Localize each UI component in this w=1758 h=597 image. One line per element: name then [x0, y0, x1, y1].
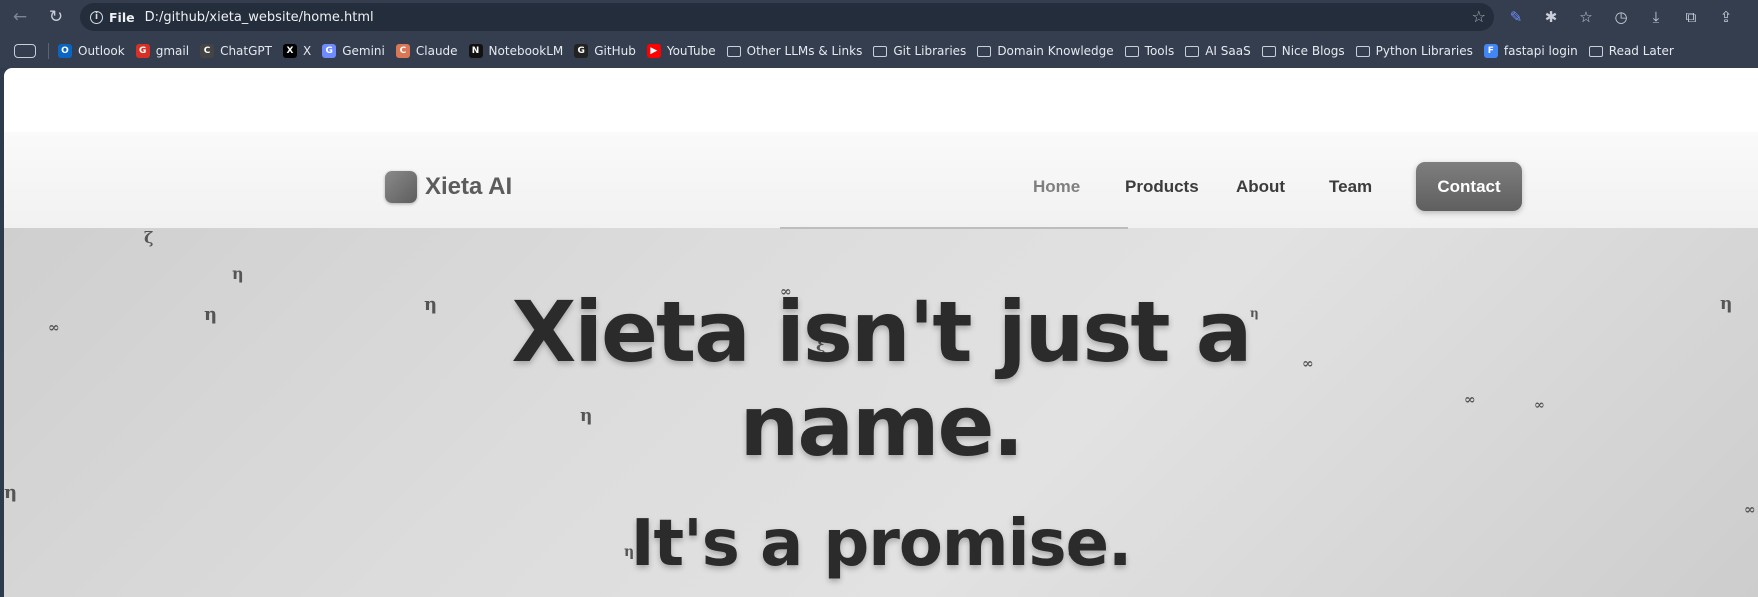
bookmark-label: YouTube [666, 44, 716, 58]
gemini-icon: G [322, 44, 337, 58]
downloads-icon[interactable]: ⤓ [1644, 5, 1668, 29]
gmail-icon: G [135, 44, 150, 58]
share-icon[interactable]: ⇪ [1714, 5, 1738, 29]
reload-icon[interactable]: ↻ [44, 5, 68, 29]
folder-icon [1588, 45, 1603, 57]
bookmark-item[interactable]: Ggmail [135, 40, 197, 62]
bookmark-item[interactable]: Git Libraries [873, 40, 974, 62]
folder-icon [726, 45, 741, 57]
url-scheme: File [109, 9, 135, 25]
bookmark-label: Read Later [1608, 44, 1674, 58]
youtube-icon: ▶ [646, 44, 661, 58]
bookmark-item[interactable]: Other LLMs & Links [726, 40, 871, 62]
bookmark-item[interactable]: G GitHub [574, 40, 644, 62]
folder-icon [977, 45, 992, 57]
bookmark-item[interactable]: ▶ YouTube [646, 40, 724, 62]
google-icon: F [1483, 44, 1498, 58]
logo-text: Xieta AI [425, 173, 513, 200]
nav-about[interactable]: About [1236, 177, 1285, 197]
extensions-icon[interactable]: ✱ [1539, 5, 1563, 29]
url-text[interactable]: D:/github/xieta_website/home.html [145, 10, 374, 25]
bookmark-label: NotebookLM [488, 44, 564, 58]
browser-toolbar: ← ↻ i File D:/github/xieta_website/home.… [0, 0, 1758, 34]
bookmark-label: Outlook [78, 44, 125, 58]
bookmark-label: GitHub [594, 44, 636, 58]
nav-team[interactable]: Team [1329, 177, 1372, 197]
address-bar[interactable]: i File D:/github/xieta_website/home.html… [80, 3, 1494, 31]
favorite-star-icon[interactable]: ☆ [1472, 7, 1486, 26]
bookmark-label: Python Libraries [1375, 44, 1473, 58]
bookmark-item[interactable]: G Gemini [322, 40, 393, 62]
bookmark-item[interactable]: XX [282, 40, 319, 62]
floating-glyph: ζ [144, 228, 154, 247]
site-logo[interactable]: Xieta AI [385, 171, 512, 203]
claude-icon: C [395, 44, 410, 58]
x-icon: X [282, 44, 297, 58]
bookmark-label: Nice Blogs [1281, 44, 1345, 58]
bookmark-label: AI SaaS [1205, 44, 1251, 58]
chatgpt-icon: C [200, 44, 215, 58]
floating-glyph: η [4, 482, 18, 503]
bookmark-label: fastapi login [1503, 44, 1578, 58]
bookmark-label: ChatGPT [220, 44, 272, 58]
bookmark-item[interactable]: N NotebookLM [468, 40, 572, 62]
hero-headline-line1: Xieta isn't just a [511, 283, 1253, 381]
bookmark-item[interactable]: Tools [1124, 40, 1183, 62]
bookmark-item[interactable]: O Outlook [58, 40, 133, 62]
bookmark-label: Tools [1144, 44, 1175, 58]
back-icon[interactable]: ← [8, 5, 32, 29]
folder-icon [1355, 45, 1370, 57]
bookmark-item[interactable]: AI SaaS [1185, 40, 1259, 62]
folder-icon [1185, 45, 1200, 57]
contact-button[interactable]: Contact [1416, 162, 1522, 211]
bookmark-item[interactable]: Nice Blogs [1261, 40, 1353, 62]
bookmark-label: Gemini [342, 44, 385, 58]
toolbar-icons: ✎ ✱ ☆ ◷ ⤓ ⧉ ⇪ [1504, 5, 1738, 29]
floating-glyph: η [232, 264, 244, 283]
bookmark-item[interactable]: C ChatGPT [200, 40, 280, 62]
bookmark-label: Domain Knowledge [997, 44, 1114, 58]
favorites-icon[interactable]: ☆ [1574, 5, 1598, 29]
collections-icon[interactable] [14, 44, 36, 58]
bookmark-label: Other LLMs & Links [746, 44, 863, 58]
copilot-icon[interactable]: ✎ [1504, 5, 1528, 29]
bookmark-item[interactable]: C Claude [395, 40, 466, 62]
bookmarks-divider [48, 43, 49, 59]
notebooklm-icon: N [468, 44, 483, 58]
folder-icon [1124, 45, 1139, 57]
hero-subheadline: It's a promise. [630, 507, 1133, 581]
hero-headline-line2: name. [739, 377, 1025, 475]
page-viewport: Xieta AI Home Products About Team Contac… [4, 68, 1758, 597]
bookmark-item[interactable]: Python Libraries [1355, 40, 1481, 62]
folder-icon [873, 45, 888, 57]
nav-products[interactable]: Products [1125, 177, 1199, 197]
bookmark-item[interactable]: Domain Knowledge [977, 40, 1121, 62]
header-underline [780, 227, 1128, 229]
nav-home[interactable]: Home [1033, 177, 1080, 197]
logo-mark-icon [385, 171, 417, 203]
bookmark-label: Git Libraries [893, 44, 967, 58]
browser-chrome: ← ↻ i File D:/github/xieta_website/home.… [0, 0, 1758, 68]
info-icon[interactable]: i [90, 10, 103, 24]
bookmark-label: Claude [415, 44, 458, 58]
screenshot-icon[interactable]: ⧉ [1679, 5, 1703, 29]
bookmarks-bar: O Outlook Ggmail C ChatGPT X X G Gemini C Claude N N… [0, 38, 1758, 64]
bookmark-label: X [302, 44, 312, 58]
bookmark-label: gmail [155, 44, 190, 58]
outlook-icon: O [58, 44, 72, 58]
bookmark-item[interactable]: Read Later [1588, 40, 1682, 62]
folder-icon [1261, 45, 1276, 57]
bookmark-item[interactable]: Ffastapi login [1483, 40, 1586, 62]
history-icon[interactable]: ◷ [1609, 5, 1633, 29]
github-icon: G [574, 44, 589, 58]
bookmarks-list: O Outlook Ggmail C ChatGPT X X G Gemini C Claude N N… [58, 40, 1685, 62]
